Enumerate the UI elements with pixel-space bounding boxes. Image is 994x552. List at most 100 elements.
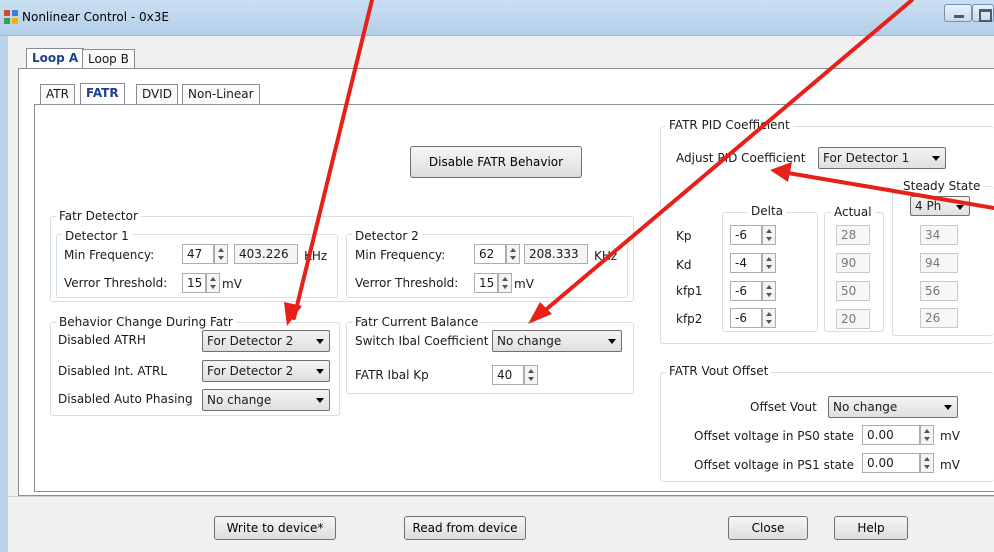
- disable-fatr-button[interactable]: Disable FATR Behavior: [410, 146, 582, 178]
- tab-atr[interactable]: ATR: [40, 84, 75, 104]
- offset-ps0-unit: mV: [940, 429, 960, 443]
- read-from-device-button[interactable]: Read from device: [404, 516, 526, 540]
- detector2-verror-input[interactable]: 15: [474, 273, 498, 293]
- tab-dvid[interactable]: DVID: [136, 84, 179, 104]
- vout-offset-legend: FATR Vout Offset: [666, 364, 772, 378]
- detector1-unit: KHz: [304, 249, 328, 263]
- offset-ps0-input[interactable]: 0.00: [862, 425, 920, 445]
- app-icon: [4, 10, 18, 24]
- detector2-unit: KHz: [594, 249, 618, 263]
- actual-label: Actual: [831, 205, 875, 219]
- maximize-button[interactable]: [972, 4, 994, 22]
- disabled-atrh-select[interactable]: For Detector 2: [202, 330, 330, 352]
- disabled-atrh-label: Disabled ATRH: [58, 333, 146, 347]
- chevron-down-icon: [316, 398, 324, 403]
- minimize-button[interactable]: [944, 4, 972, 22]
- pid-row-kfp1-spinner[interactable]: [762, 281, 776, 301]
- disabled-auto-phasing-label: Disabled Auto Phasing: [58, 392, 193, 406]
- delta-label: Delta: [748, 204, 787, 218]
- chevron-down-icon: [956, 205, 964, 210]
- fatr-detector-legend: Fatr Detector: [56, 209, 141, 223]
- offset-ps1-spinner[interactable]: [920, 453, 934, 473]
- detector1-title: Detector 1: [62, 229, 132, 243]
- adjust-pid-select[interactable]: For Detector 1: [818, 147, 946, 169]
- switch-ibal-value: No change: [497, 334, 562, 348]
- steady-state-value: 4 Ph: [915, 199, 942, 213]
- offset-ps1-unit: mV: [940, 458, 960, 472]
- fatr-ibal-kp-spinner[interactable]: [524, 365, 538, 385]
- offset-ps0-spinner[interactable]: [920, 425, 934, 445]
- pid-row-kp-actual: 28: [836, 225, 870, 245]
- pid-row-kfp1-delta[interactable]: -6: [730, 281, 762, 301]
- pid-row-kp-spinner[interactable]: [762, 225, 776, 245]
- disabled-int-atrl-value: For Detector 2: [207, 364, 294, 378]
- switch-ibal-label: Switch Ibal Coefficient: [355, 334, 489, 348]
- detector1-verror-label: Verror Threshold:: [64, 276, 168, 290]
- pid-row-kfp2-delta[interactable]: -6: [730, 308, 762, 328]
- pid-row-kd-actual: 90: [836, 253, 870, 273]
- help-button[interactable]: Help: [834, 516, 908, 540]
- fatr-ibal-kp-label: FATR Ibal Kp: [355, 368, 429, 382]
- steady-state-select[interactable]: 4 Ph: [910, 196, 970, 216]
- behavior-change-legend: Behavior Change During Fatr: [56, 315, 236, 329]
- pid-row-kfp2-steady: 26: [920, 308, 958, 328]
- offset-ps1-input[interactable]: 0.00: [862, 453, 920, 473]
- tab-loop-a[interactable]: Loop A: [26, 48, 85, 69]
- chevron-down-icon: [316, 369, 324, 374]
- adjust-pid-value: For Detector 1: [823, 151, 910, 165]
- detector2-min-frequency-input[interactable]: 62: [474, 244, 506, 264]
- switch-ibal-select[interactable]: No change: [492, 330, 622, 352]
- close-button[interactable]: Close: [728, 516, 808, 540]
- adjust-pid-label: Adjust PID Coefficient: [676, 151, 806, 165]
- detector2-min-frequency-label: Min Frequency:: [355, 248, 446, 262]
- disabled-auto-phasing-value: No change: [207, 393, 272, 407]
- pid-row-kp-steady: 34: [920, 225, 958, 245]
- window-title: Nonlinear Control - 0x3E: [22, 10, 169, 24]
- pid-row-kd-delta[interactable]: -4: [730, 253, 762, 273]
- pid-row-kfp2-label: kfp2: [676, 312, 703, 326]
- offset-vout-label: Offset Vout: [750, 400, 817, 414]
- detector1-verror-spinner[interactable]: [206, 273, 220, 293]
- pid-row-kfp2-actual: 20: [836, 309, 870, 329]
- detector1-min-frequency-label: Min Frequency:: [64, 248, 155, 262]
- disabled-int-atrl-select[interactable]: For Detector 2: [202, 360, 330, 382]
- steady-state-label: Steady State: [900, 179, 984, 193]
- pid-row-kd-spinner[interactable]: [762, 253, 776, 273]
- chevron-down-icon: [944, 405, 952, 410]
- detector1-verror-unit: mV: [222, 277, 242, 291]
- pid-row-kfp2-spinner[interactable]: [762, 308, 776, 328]
- disabled-auto-phasing-select[interactable]: No change: [202, 389, 330, 411]
- write-to-device-button[interactable]: Write to device*: [214, 516, 336, 540]
- detector1-min-frequency-spinner[interactable]: [214, 244, 228, 264]
- pid-row-kfp1-actual: 50: [836, 281, 870, 301]
- detector1-verror-input[interactable]: 15: [182, 273, 206, 293]
- pid-row-kd-steady: 94: [920, 253, 958, 273]
- detector2-min-frequency-spinner[interactable]: [506, 244, 520, 264]
- disabled-atrh-value: For Detector 2: [207, 334, 294, 348]
- chevron-down-icon: [608, 339, 616, 344]
- pid-row-kd-label: Kd: [676, 258, 692, 272]
- pid-row-kp-label: Kp: [676, 229, 692, 243]
- offset-ps0-label: Offset voltage in PS0 state: [694, 429, 854, 443]
- tab-loop-b[interactable]: Loop B: [82, 49, 135, 69]
- detector2-verror-spinner[interactable]: [498, 273, 512, 293]
- detector2-frequency-readout: 208.333: [524, 244, 588, 264]
- chevron-down-icon: [932, 156, 940, 161]
- tab-non-linear[interactable]: Non-Linear: [182, 84, 260, 104]
- tab-fatr[interactable]: FATR: [80, 83, 125, 104]
- pid-row-kp-delta[interactable]: -6: [730, 225, 762, 245]
- detector2-verror-label: Verror Threshold:: [355, 276, 459, 290]
- disabled-int-atrl-label: Disabled Int. ATRL: [58, 364, 168, 378]
- detector1-frequency-readout: 403.226: [234, 244, 298, 264]
- pid-row-kfp1-steady: 56: [920, 281, 958, 301]
- detector1-min-frequency-input[interactable]: 47: [182, 244, 214, 264]
- detector2-verror-unit: mV: [514, 277, 534, 291]
- chevron-down-icon: [316, 339, 324, 344]
- pid-coefficient-legend: FATR PID Coefficient: [666, 118, 793, 132]
- detector2-title: Detector 2: [352, 229, 422, 243]
- pid-row-kfp1-label: kfp1: [676, 284, 703, 298]
- offset-vout-select[interactable]: No change: [828, 396, 958, 418]
- offset-ps1-label: Offset voltage in PS1 state: [694, 458, 854, 472]
- current-balance-legend: Fatr Current Balance: [352, 315, 482, 329]
- fatr-ibal-kp-input[interactable]: 40: [492, 365, 524, 385]
